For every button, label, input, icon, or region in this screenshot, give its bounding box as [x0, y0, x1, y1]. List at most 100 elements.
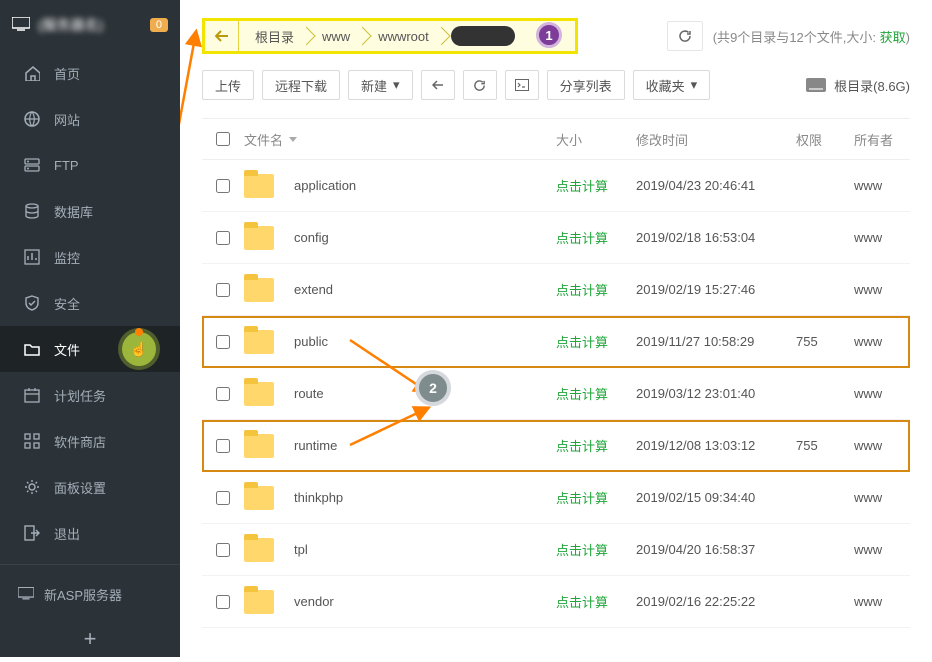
row-checkbox[interactable]	[216, 335, 230, 349]
owner-value: www	[854, 490, 910, 505]
share-list-button[interactable]: 分享列表	[547, 70, 625, 100]
monitor-icon	[12, 17, 30, 34]
file-name[interactable]: thinkphp	[294, 490, 343, 505]
get-size-link[interactable]: 获取	[880, 30, 906, 45]
sidebar-item-label: FTP	[54, 158, 79, 173]
file-name[interactable]: runtime	[294, 438, 337, 453]
breadcrumb-seg-wwwroot[interactable]: wwwroot	[362, 21, 441, 51]
folder-icon	[244, 434, 274, 458]
folder-icon	[244, 278, 274, 302]
table-header: 文件名 大小 修改时间 权限 所有者	[202, 118, 910, 160]
folder-icon	[244, 382, 274, 406]
row-checkbox[interactable]	[216, 387, 230, 401]
row-checkbox[interactable]	[216, 543, 230, 557]
column-mtime[interactable]: 修改时间	[636, 130, 796, 149]
main-content: 根目录 www wwwroot 1 (共9个目录与12个文件,大小: 获取) 上…	[180, 0, 932, 657]
sidebar-item-home[interactable]: 首页	[0, 50, 180, 96]
terminal-button[interactable]	[505, 70, 539, 100]
calculate-size-link[interactable]: 点击计算	[556, 595, 608, 610]
sidebar-header: (服务器名) 0	[0, 0, 180, 50]
sidebar-item-grid[interactable]: 软件商店	[0, 418, 180, 464]
folder-icon	[244, 174, 274, 198]
sidebar-item-exit[interactable]: 退出	[0, 510, 180, 556]
perm-value[interactable]: 755	[796, 438, 818, 453]
breadcrumb-seg-root[interactable]: 根目录	[239, 21, 306, 51]
mtime-value: 2019/02/16 22:25:22	[636, 594, 796, 609]
breadcrumb-info: (共9个目录与12个文件,大小: 获取)	[713, 27, 910, 46]
row-checkbox[interactable]	[216, 595, 230, 609]
select-all-checkbox[interactable]	[216, 132, 230, 146]
sidebar-item-folder[interactable]: 文件☝	[0, 326, 180, 372]
db-icon	[24, 203, 42, 219]
caret-down-icon: ▾	[393, 77, 400, 93]
upload-button[interactable]: 上传	[202, 70, 254, 100]
file-name[interactable]: application	[294, 178, 356, 193]
table-row: thinkphp 点击计算 2019/02/15 09:34:40 www	[202, 472, 910, 524]
row-checkbox[interactable]	[216, 179, 230, 193]
new-button[interactable]: 新建▾	[348, 70, 413, 100]
file-name[interactable]: vendor	[294, 594, 334, 609]
owner-value: www	[854, 230, 910, 245]
reload-button[interactable]	[463, 70, 497, 100]
sidebar-item-chart[interactable]: 监控	[0, 234, 180, 280]
file-name[interactable]: extend	[294, 282, 333, 297]
disk-info[interactable]: 根目录(8.6G)	[806, 76, 910, 95]
row-checkbox[interactable]	[216, 439, 230, 453]
column-filename[interactable]: 文件名	[244, 130, 556, 149]
file-name[interactable]: tpl	[294, 542, 308, 557]
calculate-size-link[interactable]: 点击计算	[556, 491, 608, 506]
owner-value: www	[854, 178, 910, 193]
calculate-size-link[interactable]: 点击计算	[556, 387, 608, 402]
disk-label: 根目录(8.6G)	[834, 76, 910, 95]
sidebar-item-label: 首页	[54, 64, 80, 83]
sidebar-item-calendar[interactable]: 计划任务	[0, 372, 180, 418]
column-size[interactable]: 大小	[556, 130, 636, 149]
mtime-value: 2019/11/27 10:58:29	[636, 334, 796, 349]
folder-icon	[244, 486, 274, 510]
column-perm[interactable]: 权限	[796, 130, 854, 149]
annotation-step-1: 1	[536, 22, 562, 48]
table-row: tpl 点击计算 2019/04/20 16:58:37 www	[202, 524, 910, 576]
mtime-value: 2019/03/12 23:01:40	[636, 386, 796, 401]
sidebar-item-server[interactable]: FTP	[0, 142, 180, 188]
file-name[interactable]: route	[294, 386, 324, 401]
folder-icon	[244, 538, 274, 562]
favorites-button[interactable]: 收藏夹▾	[633, 70, 711, 100]
table-row: extend 点击计算 2019/02/19 15:27:46 www	[202, 264, 910, 316]
sidebar-item-gear[interactable]: 面板设置	[0, 464, 180, 510]
folder-icon	[244, 590, 274, 614]
sidebar-extra-server[interactable]: 新ASP服务器	[0, 573, 180, 616]
calculate-size-link[interactable]: 点击计算	[556, 543, 608, 558]
sidebar-item-db[interactable]: 数据库	[0, 188, 180, 234]
file-name[interactable]: public	[294, 334, 328, 349]
calculate-size-link[interactable]: 点击计算	[556, 439, 608, 454]
sidebar-item-label: 退出	[54, 524, 80, 543]
calculate-size-link[interactable]: 点击计算	[556, 179, 608, 194]
refresh-button[interactable]	[667, 21, 703, 51]
add-server-button[interactable]: +	[0, 616, 180, 662]
calculate-size-link[interactable]: 点击计算	[556, 283, 608, 298]
calculate-size-link[interactable]: 点击计算	[556, 231, 608, 246]
sidebar-nav: 首页网站 FTP 数据库监控安全文件☝计划任务软件商店面板设置退出	[0, 50, 180, 556]
row-checkbox[interactable]	[216, 283, 230, 297]
column-owner[interactable]: 所有者	[854, 130, 910, 149]
calculate-size-link[interactable]: 点击计算	[556, 335, 608, 350]
sidebar-item-label: 面板设置	[54, 478, 106, 497]
sidebar-item-globe[interactable]: 网站	[0, 96, 180, 142]
folder-icon	[244, 226, 274, 250]
shield-icon	[24, 295, 42, 311]
breadcrumb-seg-www[interactable]: www	[306, 21, 362, 51]
row-checkbox[interactable]	[216, 231, 230, 245]
perm-value[interactable]: 755	[796, 334, 818, 349]
sidebar-item-label: 网站	[54, 110, 80, 129]
remote-download-button[interactable]: 远程下载	[262, 70, 340, 100]
file-name[interactable]: config	[294, 230, 329, 245]
sort-desc-icon	[289, 137, 297, 142]
sidebar-item-shield[interactable]: 安全	[0, 280, 180, 326]
calendar-icon	[24, 387, 42, 403]
notification-badge[interactable]: 0	[150, 18, 168, 32]
row-checkbox[interactable]	[216, 491, 230, 505]
breadcrumb-back-button[interactable]	[205, 21, 239, 51]
back-button[interactable]	[421, 70, 455, 100]
mtime-value: 2019/02/19 15:27:46	[636, 282, 796, 297]
